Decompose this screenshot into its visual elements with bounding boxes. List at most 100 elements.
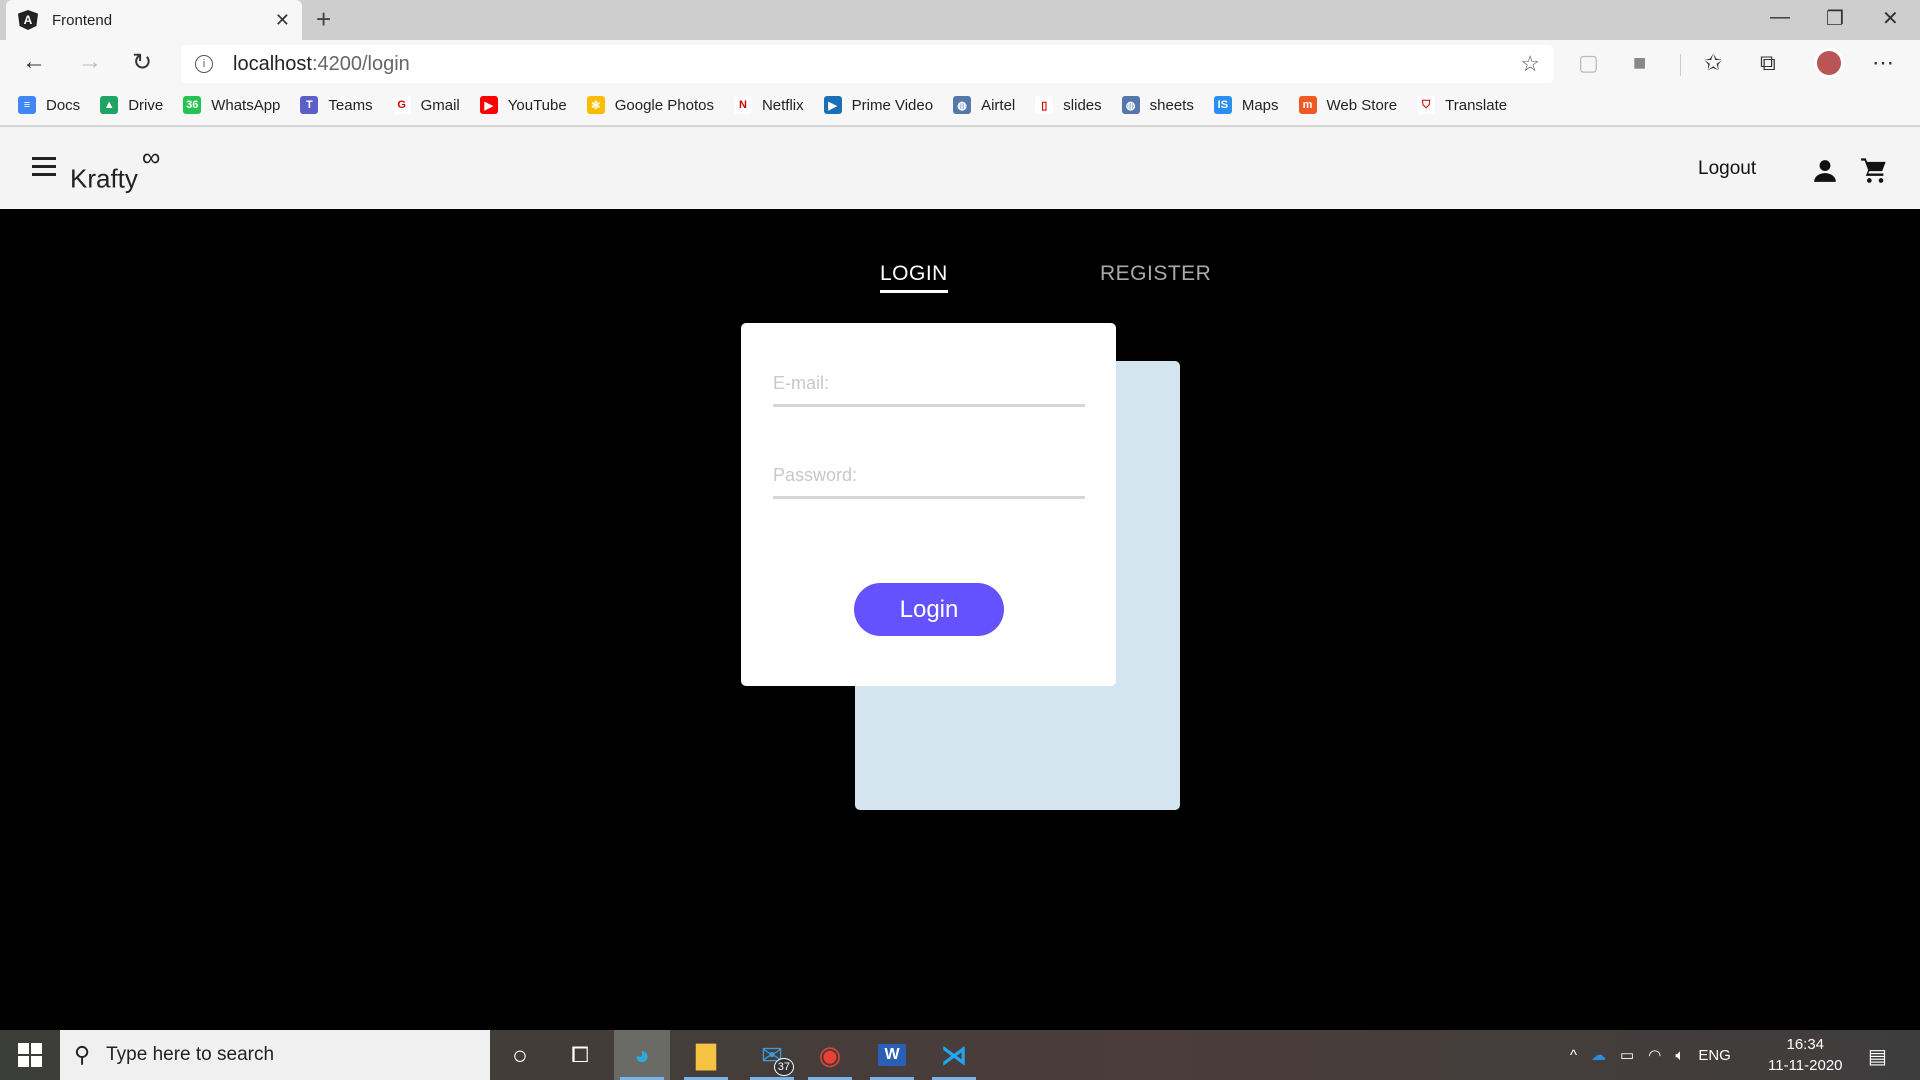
task-view-icon[interactable]: ⧠ xyxy=(552,1030,608,1080)
bookmark-icon: ◍ xyxy=(953,96,972,114)
restore-button[interactable]: ❐ xyxy=(1826,6,1844,31)
bookmark-whatsapp[interactable]: 36 WhatsApp xyxy=(183,96,280,114)
bookmark-label: Drive xyxy=(128,96,164,114)
bookmark-label: Netflix xyxy=(761,96,804,114)
windows-start-icon[interactable] xyxy=(18,1043,42,1067)
search-icon: ⚲ xyxy=(74,1042,91,1067)
login-card: Login xyxy=(741,323,1116,686)
bookmark-label: Teams xyxy=(328,96,373,114)
logout-link[interactable]: Logout xyxy=(1698,158,1756,180)
bookmark-label: Translate xyxy=(1445,96,1508,114)
bookmark-netflix[interactable]: N Netflix xyxy=(733,96,804,114)
toolbar-divider xyxy=(1680,54,1681,76)
password-input[interactable] xyxy=(773,465,1085,486)
onedrive-icon[interactable]: ☁ xyxy=(1591,1046,1606,1064)
bookmark-teams[interactable]: T Teams xyxy=(300,96,373,114)
brand-name: Krafty xyxy=(70,163,138,194)
cortana-icon[interactable]: ○ xyxy=(492,1030,548,1080)
address-bar[interactable]: i localhost:4200/login ☆ xyxy=(181,45,1554,83)
tab-login[interactable]: LOGIN xyxy=(880,262,948,293)
brand-logo[interactable]: Krafty∞ xyxy=(70,142,160,195)
bookmark-icon: ✻ xyxy=(586,96,605,114)
bookmark-icon: T xyxy=(300,96,319,114)
tab-register[interactable]: REGISTER xyxy=(1100,262,1211,286)
mail-badge: 37 xyxy=(773,1058,794,1076)
extension-touch-icon[interactable]: ■ xyxy=(1633,50,1646,76)
reload-button[interactable]: ↻ xyxy=(132,48,152,77)
bookmark-gmail[interactable]: G Gmail xyxy=(392,96,460,114)
bookmark-prime-video[interactable]: ▶ Prime Video xyxy=(823,96,934,114)
bookmark-label: Maps xyxy=(1241,96,1279,114)
favorite-star-icon[interactable]: ☆ xyxy=(1520,51,1540,77)
edge-taskbar-icon[interactable]: ◕ xyxy=(614,1030,670,1080)
forward-button[interactable]: → xyxy=(78,48,102,76)
word-taskbar-icon[interactable]: W xyxy=(864,1030,920,1080)
show-hidden-icons[interactable]: ^ xyxy=(1570,1047,1577,1064)
taskbar-search[interactable]: ⚲ Type here to search xyxy=(60,1030,490,1080)
bookmark-icon: ▶ xyxy=(479,96,498,114)
clock-time: 16:34 xyxy=(1786,1036,1825,1053)
bookmark-label: Airtel xyxy=(981,96,1016,114)
url-path: :4200/login xyxy=(311,52,410,75)
bookmark-label: Google Photos xyxy=(614,96,714,114)
site-info-icon[interactable]: i xyxy=(195,55,213,73)
mail-taskbar-icon[interactable]: ✉ 37 xyxy=(744,1030,800,1080)
notifications-icon[interactable]: ▤ xyxy=(1868,1044,1887,1069)
wifi-icon[interactable]: ◠ xyxy=(1648,1046,1661,1064)
bookmark-label: YouTube xyxy=(507,96,567,114)
bookmark-label: Gmail xyxy=(420,96,460,114)
language-indicator[interactable]: ENG xyxy=(1698,1047,1731,1064)
close-window-button[interactable]: ✕ xyxy=(1882,6,1899,31)
bookmark-google-photos[interactable]: ✻ Google Photos xyxy=(586,96,714,114)
bookmark-docs[interactable]: ≡ Docs xyxy=(18,96,80,114)
file-explorer-taskbar-icon[interactable]: ▇ xyxy=(678,1030,734,1080)
bookmark-icon: ◍ xyxy=(1121,96,1140,114)
bookmark-drive[interactable]: ▲ Drive xyxy=(100,96,163,114)
bookmark-maps[interactable]: IS Maps xyxy=(1213,96,1279,114)
browser-tab[interactable]: A Frontend ✕ xyxy=(6,0,302,40)
new-tab-button[interactable]: + xyxy=(316,4,331,35)
volume-icon[interactable]: 🔈︎ xyxy=(1675,1047,1684,1064)
bookmark-airtel[interactable]: ◍ Airtel xyxy=(953,96,1015,114)
bookmark-youtube[interactable]: ▶ YouTube xyxy=(479,96,567,114)
hamburger-menu-icon[interactable] xyxy=(32,157,56,181)
bookmark-icon: m xyxy=(1298,96,1317,114)
bookmark-label: WhatsApp xyxy=(211,96,281,114)
bookmark-icon: ▯ xyxy=(1035,96,1054,114)
cart-icon[interactable] xyxy=(1860,156,1888,184)
bookmark-icon: ▲ xyxy=(100,96,119,114)
bookmark-label: sheets xyxy=(1149,96,1194,114)
email-field-wrap xyxy=(773,373,1085,407)
battery-icon[interactable]: ▭ xyxy=(1620,1046,1634,1064)
back-button[interactable]: ← xyxy=(22,48,46,76)
clock-date: 11-11-2020 xyxy=(1768,1057,1843,1074)
bookmark-slides[interactable]: ▯ slides xyxy=(1035,96,1102,114)
close-tab-icon[interactable]: ✕ xyxy=(275,10,290,31)
more-menu-icon[interactable]: ⋯ xyxy=(1872,50,1894,76)
tab-title: Frontend xyxy=(52,11,113,29)
profile-avatar[interactable] xyxy=(1814,48,1844,78)
word-glyph: W xyxy=(878,1044,906,1066)
bookmark-icon: ▶ xyxy=(823,96,842,114)
bookmark-sheets[interactable]: ◍ sheets xyxy=(1121,96,1194,114)
bookmark-icon: G xyxy=(392,96,411,114)
bookmark-label: Prime Video xyxy=(851,96,934,114)
app-header xyxy=(0,127,1920,209)
minimize-button[interactable]: — xyxy=(1770,6,1790,29)
chrome-taskbar-icon[interactable]: ◉ xyxy=(802,1030,858,1080)
bookmark-translate[interactable]: ⛉ Translate xyxy=(1417,96,1507,114)
login-button[interactable]: Login xyxy=(854,583,1004,636)
bookmark-label: slides xyxy=(1063,96,1102,114)
infinity-icon: ∞ xyxy=(141,142,161,172)
clock[interactable]: 16:34 11-11-2020 xyxy=(1768,1034,1843,1076)
collections-icon[interactable]: ⧉ xyxy=(1760,50,1776,76)
bookmark-label: Web Store xyxy=(1326,96,1398,114)
bookmark-label: Docs xyxy=(46,96,81,114)
vscode-taskbar-icon[interactable]: ⋊ xyxy=(926,1030,982,1080)
favorites-icon[interactable]: ✩ xyxy=(1704,50,1722,76)
search-placeholder: Type here to search xyxy=(106,1044,275,1065)
email-input[interactable] xyxy=(773,373,1085,394)
account-icon[interactable] xyxy=(1812,158,1838,184)
extension-icon[interactable]: ▢ xyxy=(1578,50,1599,76)
bookmark-web-store[interactable]: m Web Store xyxy=(1298,96,1398,114)
